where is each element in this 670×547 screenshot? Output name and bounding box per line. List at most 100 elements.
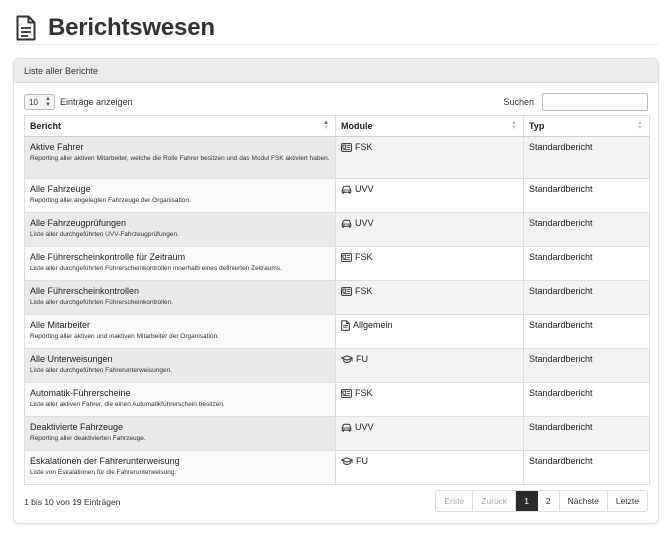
column-header-report-label: Bericht	[30, 121, 62, 131]
report-description: Liste von Eskalationen für die Fahrerunt…	[30, 469, 177, 476]
report-cell[interactable]: Alle Führerscheinkontrolle für Zeitraum L…	[24, 246, 336, 281]
page-header: Berichtswesen	[16, 12, 656, 44]
table-row[interactable]: Alle Fahrzeuge Reporting aller angelegten…	[24, 178, 650, 213]
column-header-type-label: Typ	[529, 121, 545, 131]
search-control: Suchen	[503, 93, 648, 111]
module-label: FU	[356, 354, 368, 364]
column-header-type[interactable]: Typ ▲ ▼	[523, 115, 650, 137]
column-header-report[interactable]: Bericht ▲ ▼	[24, 115, 336, 137]
search-input[interactable]	[542, 93, 648, 111]
type-label: Standardbericht	[529, 388, 593, 398]
module-label: FSK	[355, 388, 373, 398]
page-length-select[interactable]: 10 ▲ ▼	[24, 94, 55, 110]
type-cell: Standardbericht	[523, 382, 650, 417]
type-label: Standardbericht	[529, 218, 593, 228]
type-cell: Standardbericht	[523, 178, 650, 213]
page-title: Berichtswesen	[48, 14, 215, 41]
module-label: FSK	[355, 252, 373, 262]
report-cell[interactable]: Deaktivierte Fahrzeuge Reporting aller de…	[24, 416, 336, 451]
table-row[interactable]: Deaktivierte Fahrzeuge Reporting aller de…	[24, 416, 650, 451]
report-title: Alle Unterweisungen	[30, 354, 113, 364]
type-cell: Standardbericht	[523, 416, 650, 451]
car-icon	[341, 185, 355, 194]
header-divider	[16, 44, 658, 45]
report-title: Alle Mitarbeiter	[30, 320, 91, 330]
document-icon	[341, 320, 353, 331]
module-label: FU	[356, 456, 368, 466]
type-cell: Standardbericht	[523, 246, 650, 281]
table-row[interactable]: Alle Führerscheinkontrollen Liste aller d…	[24, 280, 650, 315]
table-row[interactable]: Alle Führerscheinkontrolle für Zeitraum L…	[24, 246, 650, 281]
pagination-next-button[interactable]: Nächste	[559, 491, 608, 511]
pagination-first-button[interactable]: Erste	[436, 491, 474, 511]
graduation-cap-icon	[341, 457, 356, 466]
module-cell: UVV	[335, 178, 524, 213]
report-description: Reporting aller angelegten Fahrzeuge der…	[30, 197, 191, 204]
report-cell[interactable]: Alle Fahrzeuge Reporting aller angelegten…	[24, 178, 336, 213]
report-title: Alle Fahrzeugprüfungen	[30, 218, 127, 228]
module-cell: FU	[335, 450, 524, 485]
module-cell: FSK	[335, 246, 524, 281]
table-row[interactable]: Alle Fahrzeugprüfungen Liste aller durchg…	[24, 212, 650, 247]
module-label: UVV	[355, 422, 374, 432]
module-cell: FSK	[335, 280, 524, 315]
pagination-page-2-button[interactable]: 2	[537, 491, 560, 511]
report-cell[interactable]: Alle Fahrzeugprüfungen Liste aller durchg…	[24, 212, 336, 247]
table-row[interactable]: Alle Unterweisungen Liste aller durchgefü…	[24, 348, 650, 383]
module-label: Allgemein	[353, 320, 393, 330]
module-cell: FU	[335, 348, 524, 383]
report-title: Alle Fahrzeuge	[30, 184, 91, 194]
report-list-card: Liste aller Berichte 10 ▲ ▼ Einträge anze…	[13, 58, 659, 524]
report-title: Aktive Fahrer	[30, 142, 84, 152]
license-card-icon	[341, 287, 355, 296]
report-description: Liste aller durchgeführten UVV-Fahrzeugp…	[30, 231, 179, 238]
type-cell: Standardbericht	[523, 136, 650, 179]
type-label: Standardbericht	[529, 456, 593, 466]
type-label: Standardbericht	[529, 320, 593, 330]
report-cell[interactable]: Alle Unterweisungen Liste aller durchgefü…	[24, 348, 336, 383]
type-label: Standardbericht	[529, 354, 593, 364]
report-description: Reporting aller aktiven Mitarbeiter, wel…	[30, 155, 330, 162]
select-arrows-icon: ▲ ▼	[45, 96, 51, 108]
report-cell[interactable]: Automatik-Führerscheine Liste aller aktiv…	[24, 382, 336, 417]
report-description: Liste aller durchgeführten Fahrerunterwe…	[30, 367, 173, 374]
type-cell: Standardbericht	[523, 348, 650, 383]
table-header-row: Bericht ▲ ▼ Module ▲ ▼ Typ ▲ ▼	[24, 115, 650, 137]
table-row[interactable]: Aktive Fahrer Reporting aller aktiven Mit…	[24, 136, 650, 179]
type-cell: Standardbericht	[523, 212, 650, 247]
car-icon	[341, 423, 355, 432]
license-card-icon	[341, 253, 355, 262]
report-description: Liste aller durchgeführten Führerscheink…	[30, 265, 282, 272]
report-title: Automatik-Führerscheine	[30, 388, 131, 398]
pagination: Erste Zurück 1 2 Nächste Letzte	[435, 490, 648, 512]
table-row[interactable]: Automatik-Führerscheine Liste aller aktiv…	[24, 382, 650, 417]
module-cell: FSK	[335, 136, 524, 179]
table-controls: 10 ▲ ▼ Einträge anzeigen Suchen	[24, 93, 648, 111]
pagination-last-button[interactable]: Letzte	[607, 491, 647, 511]
table-row[interactable]: Alle Mitarbeiter Reporting aller aktiven …	[24, 314, 650, 349]
type-label: Standardbericht	[529, 184, 593, 194]
car-icon	[341, 219, 355, 228]
pagination-previous-button[interactable]: Zurück	[473, 491, 517, 511]
module-label: UVV	[355, 218, 374, 228]
report-title: Alle Führerscheinkontrollen	[30, 286, 140, 296]
report-cell[interactable]: Eskalationen der Fahrerunterweisung Liste…	[24, 450, 336, 485]
sort-ascending-icon: ▲ ▼	[323, 120, 329, 131]
type-label: Standardbericht	[529, 252, 593, 262]
report-cell[interactable]: Alle Führerscheinkontrollen Liste aller d…	[24, 280, 336, 315]
type-cell: Standardbericht	[523, 280, 650, 315]
module-label: FSK	[355, 142, 373, 152]
page-length-control: 10 ▲ ▼ Einträge anzeigen	[24, 94, 133, 110]
table-row[interactable]: Eskalationen der Fahrerunterweisung Liste…	[24, 450, 650, 485]
type-cell: Standardbericht	[523, 314, 650, 349]
module-cell: UVV	[335, 416, 524, 451]
column-header-module[interactable]: Module ▲ ▼	[335, 115, 524, 137]
sort-icon: ▲ ▼	[511, 120, 517, 131]
report-title: Eskalationen der Fahrerunterweisung	[30, 456, 180, 466]
report-cell[interactable]: Alle Mitarbeiter Reporting aller aktiven …	[24, 314, 336, 349]
module-cell: FSK	[335, 382, 524, 417]
type-label: Standardbericht	[529, 142, 593, 152]
report-cell[interactable]: Aktive Fahrer Reporting aller aktiven Mit…	[24, 136, 336, 179]
report-description: Liste aller aktiven Fahrer, die einen Au…	[30, 401, 225, 408]
pagination-page-1-button[interactable]: 1	[516, 491, 538, 511]
